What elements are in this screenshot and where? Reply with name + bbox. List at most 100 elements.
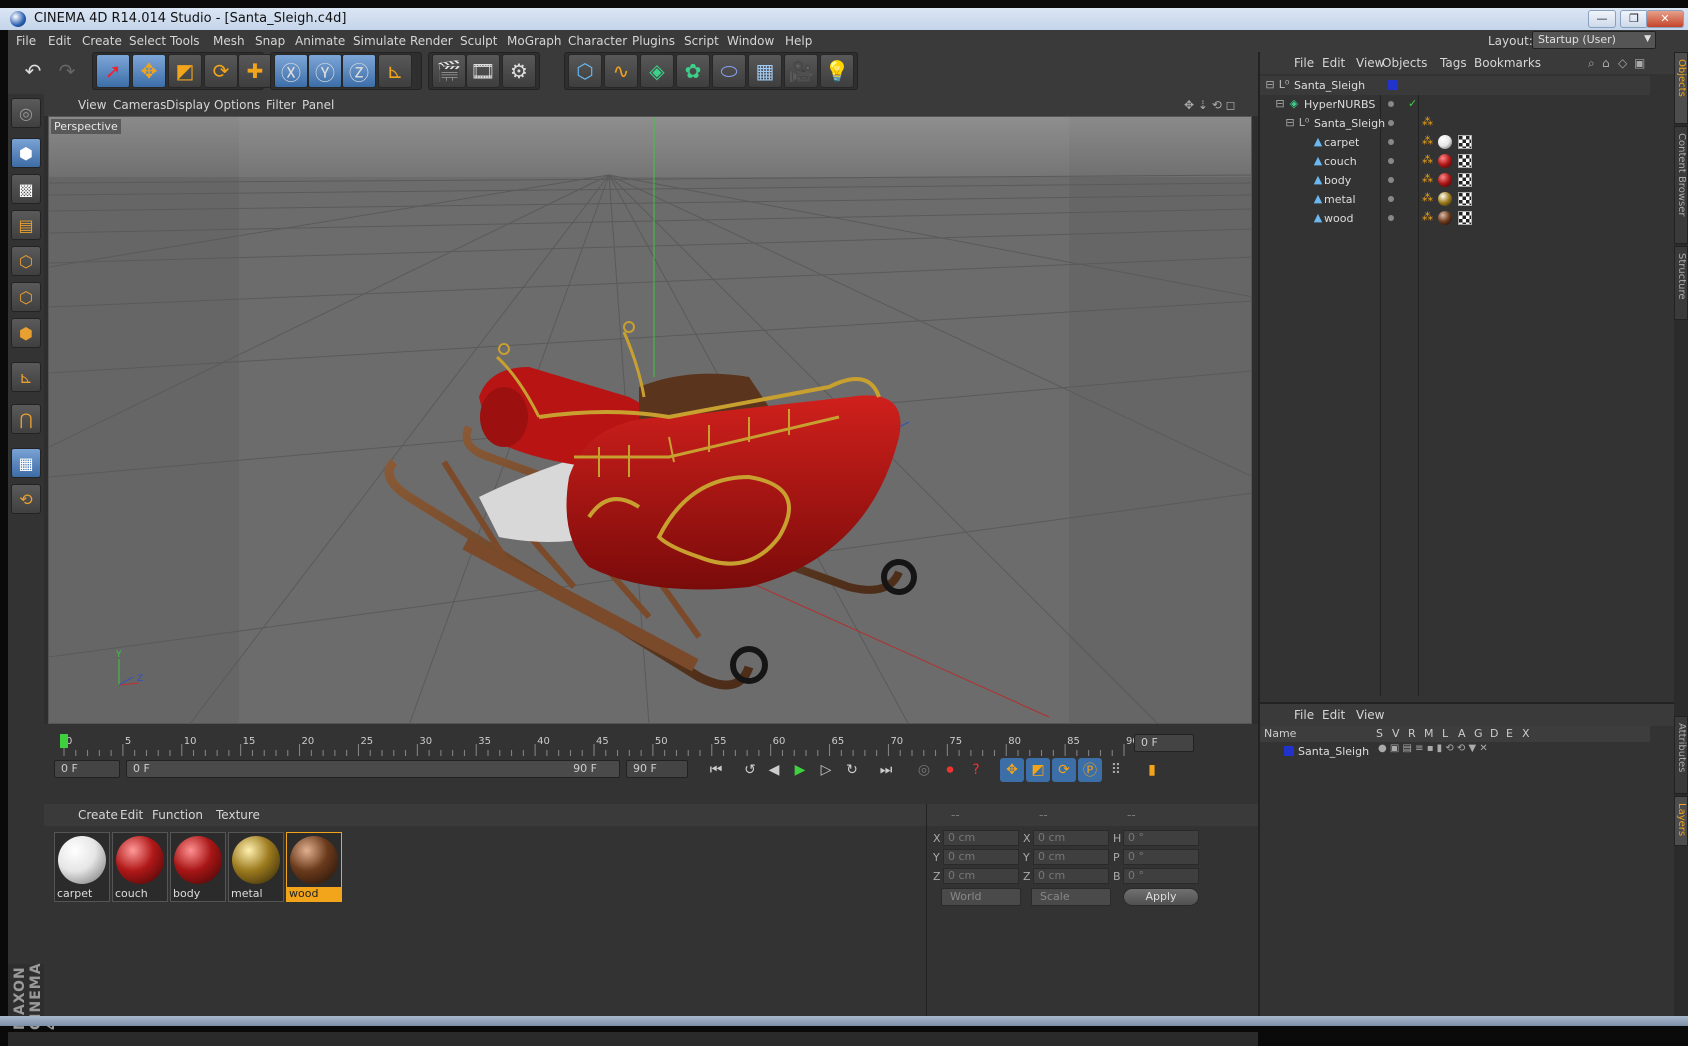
coordinate-system-icon[interactable]: ⊾	[378, 54, 412, 88]
play-forward-icon[interactable]: ▶	[788, 758, 812, 782]
timeline-scheme-icon[interactable]: ▮	[1140, 758, 1164, 782]
menu-script[interactable]: Script	[684, 34, 719, 48]
menu-help[interactable]: Help	[785, 34, 812, 48]
visibility-dot[interactable]	[1388, 101, 1394, 107]
vp-menu-panel[interactable]: Panel	[302, 98, 334, 112]
object-name[interactable]: body	[1324, 174, 1351, 187]
make-editable-icon[interactable]: ◎	[11, 98, 41, 128]
collapse-icon[interactable]: ⊟	[1274, 98, 1286, 110]
spline-icon[interactable]: ∿	[604, 54, 638, 88]
menu-simulate[interactable]: Simulate	[353, 34, 406, 48]
planar-workplane-icon[interactable]: ⟲	[11, 484, 41, 514]
vp-menu-filter[interactable]: Filter	[266, 98, 296, 112]
axis-mode-icon[interactable]: ⊾	[11, 362, 41, 392]
object-row-santa-sleigh[interactable]: ⊟ L⁰ Santa_Sleigh	[1260, 76, 1650, 95]
object-name[interactable]: Santa_Sleigh	[1294, 79, 1365, 92]
menu-edit[interactable]: Edit	[48, 34, 71, 48]
move-tool-icon[interactable]: ✥	[132, 54, 166, 88]
phong-tag-icon[interactable]: ⁂	[1422, 172, 1433, 185]
menu-mograph[interactable]: MoGraph	[507, 34, 562, 48]
mat-menu-function[interactable]: Function	[152, 808, 203, 822]
render-picture-viewer-icon[interactable]: 🎞	[466, 54, 500, 88]
vp-menu-options[interactable]: Options	[214, 98, 260, 112]
layer-menu-file[interactable]: File	[1294, 708, 1314, 722]
menu-sculpt[interactable]: Sculpt	[460, 34, 497, 48]
key-scale-icon[interactable]: ◩	[1026, 758, 1050, 782]
material-tag-icon[interactable]	[1438, 173, 1452, 187]
material-carpet[interactable]: carpet	[54, 832, 110, 902]
next-frame-icon[interactable]: ▷	[814, 758, 838, 782]
end-frame-field[interactable]: 90 F	[626, 760, 688, 778]
key-pla-icon[interactable]: ⠿	[1104, 758, 1128, 782]
visibility-dot[interactable]	[1388, 196, 1394, 202]
minimize-button[interactable]: —	[1588, 10, 1616, 28]
object-name[interactable]: wood	[1324, 212, 1353, 225]
render-settings-icon[interactable]: ⚙	[502, 54, 536, 88]
texture-mode-icon[interactable]: ▩	[11, 174, 41, 204]
points-mode-icon[interactable]: ⬡	[11, 246, 41, 276]
autokeying-icon[interactable]: ⏺	[938, 758, 962, 782]
frame-range-slider[interactable]: 0 F 90 F	[126, 760, 620, 778]
coord-mode-dropdown[interactable]: World	[941, 888, 1021, 906]
obj-menu-file[interactable]: File	[1294, 56, 1314, 70]
menu-create[interactable]: Create	[82, 34, 122, 48]
menu-tools[interactable]: Tools	[170, 34, 200, 48]
position-y-field[interactable]: 0 cm	[943, 849, 1019, 865]
visibility-dot[interactable]	[1388, 120, 1394, 126]
key-parameter-icon[interactable]: Ⓟ	[1078, 758, 1102, 782]
live-selection-icon[interactable]: ➚	[96, 54, 130, 88]
go-to-start-icon[interactable]: ⏮	[704, 758, 728, 782]
material-metal[interactable]: metal	[228, 832, 284, 902]
obj-menu-objects[interactable]: Objects	[1382, 56, 1427, 70]
collapse-icon[interactable]: ⊟	[1284, 117, 1296, 129]
layer-row[interactable]: Santa_Sleigh ● ▣ ▤ ≡ ▪ ▮ ⟲ ⟲ ▼ ✕	[1260, 742, 1650, 761]
playhead[interactable]	[60, 734, 68, 748]
material-tag-icon[interactable]	[1438, 135, 1452, 149]
tab-structure[interactable]: Structure	[1674, 246, 1688, 320]
viewport-nav-icons[interactable]: ✥ ⇣ ⟲ ◻	[1184, 98, 1236, 112]
y-axis-lock-icon[interactable]: Ⓨ	[308, 54, 342, 88]
perspective-viewport[interactable]: Y Z Perspective	[48, 116, 1252, 724]
new-window-icon[interactable]: ▣	[1634, 56, 1645, 70]
floor-icon[interactable]: ▦	[748, 54, 782, 88]
material-tag-icon[interactable]	[1438, 154, 1452, 168]
layout-dropdown[interactable]: Startup (User) ▼	[1532, 31, 1656, 49]
key-rotation-icon[interactable]: ⟳	[1052, 758, 1076, 782]
timeline-ruler[interactable]: 0 5 10 15 20 25 30 35 40 45 50 55 60 65 70 75 80 85 90	[54, 734, 1174, 758]
tab-objects[interactable]: Objects	[1674, 52, 1688, 124]
layer-toggles-icons[interactable]: ● ▣ ▤ ≡ ▪ ▮ ⟲ ⟲ ▼ ✕	[1378, 743, 1488, 754]
object-name[interactable]: Santa_Sleigh	[1314, 117, 1385, 130]
obj-menu-view[interactable]: View	[1356, 56, 1384, 70]
obj-menu-tags[interactable]: Tags	[1440, 56, 1467, 70]
recent-tools-icon[interactable]: ✚	[238, 54, 272, 88]
object-row-santa-sleigh-child[interactable]: ⊟ L⁰ Santa_Sleigh ⁂	[1260, 114, 1650, 133]
workplane-mode-icon[interactable]: ▤	[11, 210, 41, 240]
maximize-button[interactable]: ❐	[1620, 10, 1648, 28]
object-row-wood[interactable]: ▲ wood ⁂	[1260, 209, 1650, 228]
previous-frame-icon[interactable]: ◀	[762, 758, 786, 782]
record-keys-icon[interactable]: ◎	[912, 758, 936, 782]
collapse-icon[interactable]: ⊟	[1264, 79, 1276, 91]
material-tag-icon[interactable]	[1438, 211, 1452, 225]
phong-tag-icon[interactable]: ⁂	[1422, 115, 1433, 128]
workplane-lock-icon[interactable]: ▦	[11, 448, 41, 478]
start-frame-field[interactable]: 0 F	[54, 760, 120, 778]
layer-color-swatch[interactable]	[1284, 746, 1294, 756]
material-wood[interactable]: wood	[286, 832, 342, 902]
material-tag-icon[interactable]	[1438, 192, 1452, 206]
coord-type-dropdown[interactable]: Scale	[1031, 888, 1111, 906]
position-z-field[interactable]: 0 cm	[943, 868, 1019, 884]
rotation-h-field[interactable]: 0 °	[1123, 830, 1199, 846]
menu-mesh[interactable]: Mesh	[213, 34, 245, 48]
position-x-field[interactable]: 0 cm	[943, 830, 1019, 846]
phong-tag-icon[interactable]: ⁂	[1422, 191, 1433, 204]
polygons-mode-icon[interactable]: ⬢	[11, 318, 41, 348]
cube-icon[interactable]: ⬡	[568, 54, 602, 88]
uvw-tag-icon[interactable]	[1458, 135, 1472, 149]
mat-menu-edit[interactable]: Edit	[120, 808, 143, 822]
next-key-icon[interactable]: ↻	[840, 758, 864, 782]
object-row-hypernurbs[interactable]: ⊟ ◈ HyperNURBS ✓	[1260, 95, 1650, 114]
menu-animate[interactable]: Animate	[295, 34, 345, 48]
phong-tag-icon[interactable]: ⁂	[1422, 153, 1433, 166]
menu-window[interactable]: Window	[727, 34, 774, 48]
